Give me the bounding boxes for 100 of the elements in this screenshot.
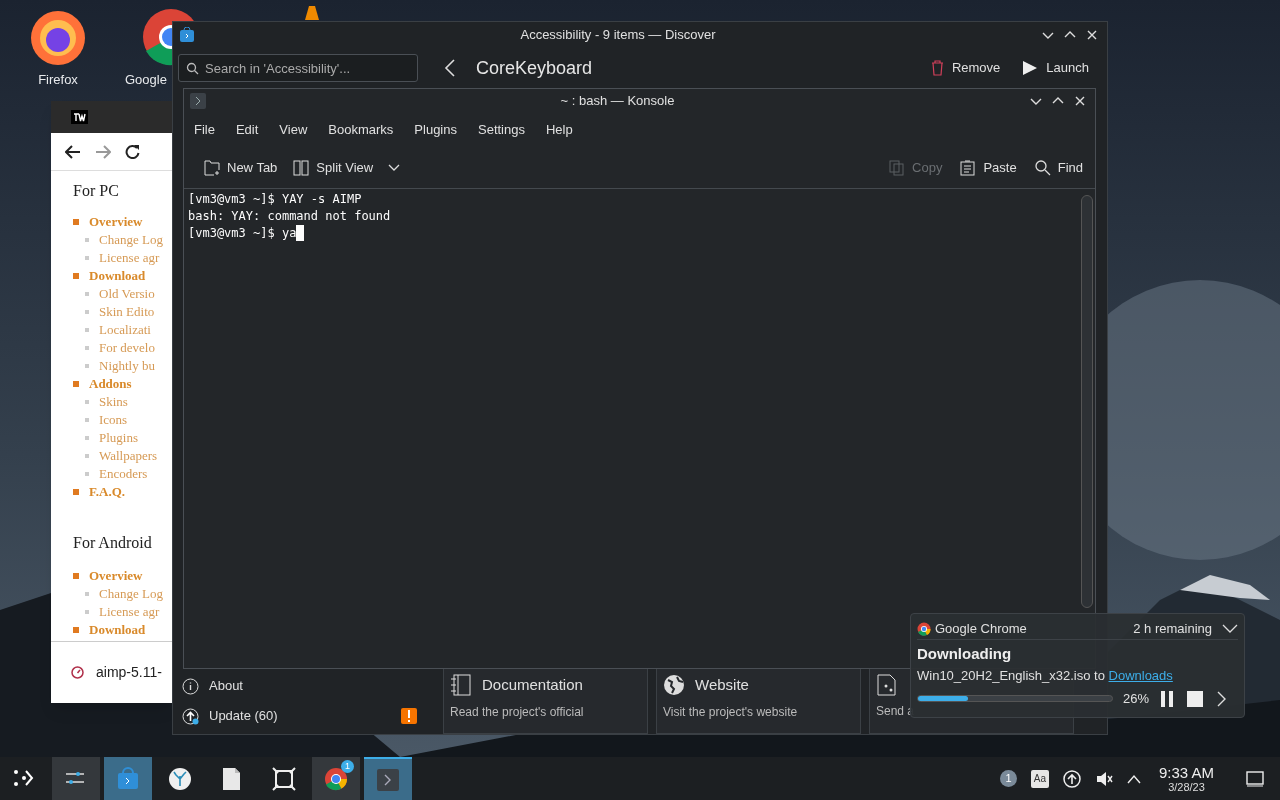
taskbar-button[interactable] bbox=[52, 757, 100, 800]
launch-button[interactable]: Launch bbox=[1018, 54, 1093, 82]
keyboard-layout-indicator[interactable]: Aa bbox=[1030, 769, 1049, 788]
chevron-up-icon[interactable] bbox=[1126, 773, 1141, 784]
pause-icon[interactable] bbox=[1159, 690, 1175, 707]
bullet-icon bbox=[85, 328, 89, 332]
bullet-icon bbox=[73, 489, 79, 495]
menu-item[interactable]: Plugins bbox=[408, 118, 463, 142]
menu-item[interactable]: Edit bbox=[229, 118, 265, 142]
scrollbar[interactable] bbox=[1081, 195, 1093, 608]
bullet-icon bbox=[85, 364, 89, 368]
bullet-icon bbox=[73, 573, 79, 579]
bullet-icon bbox=[85, 400, 89, 404]
newtab-button[interactable]: New Tab bbox=[200, 153, 282, 182]
update-item[interactable]: Update (60) bbox=[182, 705, 417, 727]
menu-item[interactable]: File bbox=[188, 118, 221, 142]
window-title: ~ : bash — Konsole bbox=[560, 92, 675, 111]
app-name: Google Chrome bbox=[935, 619, 1028, 638]
time-remaining: 2 h remaining bbox=[1133, 619, 1212, 638]
text-cursor bbox=[296, 225, 305, 241]
app-name: CoreKeyboard bbox=[476, 56, 594, 80]
gauge-icon bbox=[71, 666, 84, 679]
bullet-icon bbox=[85, 592, 89, 596]
terminal-line: [vm3@vm3 ~]$ ya bbox=[188, 225, 297, 242]
show-desktop-icon[interactable] bbox=[1246, 770, 1264, 787]
chevron-right-icon[interactable] bbox=[1217, 690, 1227, 707]
bullet-icon bbox=[85, 610, 89, 614]
volume-muted-icon[interactable] bbox=[1094, 769, 1113, 788]
logo-icon bbox=[71, 110, 88, 124]
terminal-icon bbox=[376, 767, 400, 792]
split-button[interactable]: Split View bbox=[289, 153, 405, 182]
link-card[interactable]: Documentation Read the project's official bbox=[443, 668, 648, 734]
card-title: Website bbox=[695, 675, 749, 695]
menu-item[interactable]: Bookmarks bbox=[322, 118, 400, 142]
chevron-down-icon[interactable] bbox=[1222, 623, 1238, 634]
close-icon[interactable] bbox=[1085, 28, 1099, 42]
bullet-icon bbox=[85, 436, 89, 440]
bullet-icon bbox=[85, 454, 89, 458]
bullet-icon bbox=[73, 219, 79, 225]
share-icon bbox=[876, 674, 898, 696]
chrome-icon bbox=[917, 621, 931, 636]
percent-label: 26% bbox=[1123, 690, 1151, 708]
trash-icon bbox=[930, 60, 944, 76]
back-icon[interactable] bbox=[65, 144, 81, 159]
coral-icon bbox=[168, 766, 192, 791]
chevron-down-icon bbox=[388, 163, 401, 172]
bullet-icon bbox=[73, 627, 79, 633]
terminal-line: [vm3@vm3 ~]$ YAY -s AIMP bbox=[188, 191, 362, 208]
bullet-icon bbox=[85, 256, 89, 260]
search-icon bbox=[186, 62, 199, 75]
stop-icon[interactable] bbox=[1187, 690, 1203, 707]
search-field[interactable]: Search in 'Accessibility'... bbox=[178, 54, 418, 82]
bullet-icon bbox=[85, 310, 89, 314]
new-tab-icon bbox=[204, 159, 220, 176]
store-icon bbox=[116, 766, 140, 791]
downloads-link[interactable]: Downloads bbox=[1108, 665, 1173, 685]
info-icon bbox=[182, 677, 199, 695]
bullet-icon bbox=[85, 292, 89, 296]
notification-badge: 1 bbox=[341, 760, 354, 773]
reload-icon[interactable] bbox=[125, 144, 140, 159]
card-title: Documentation bbox=[482, 675, 583, 695]
notification-text: Win10_20H2_English_x32.iso to bbox=[917, 666, 1106, 685]
find-button[interactable]: Find bbox=[1030, 153, 1087, 182]
terminal-line: bash: YAY: command not found bbox=[188, 208, 391, 225]
terminal-icon bbox=[190, 93, 206, 109]
notification-badge[interactable]: 1 bbox=[999, 770, 1017, 787]
section-heading: For PC bbox=[73, 181, 120, 201]
close-icon[interactable] bbox=[1073, 94, 1087, 108]
desktop-icon-label[interactable]: Firefox bbox=[38, 70, 78, 90]
link-card[interactable]: Website Visit the project's website bbox=[656, 668, 861, 734]
section-heading: For Android bbox=[73, 533, 153, 553]
bullet-icon bbox=[85, 472, 89, 476]
paste-button[interactable]: Paste bbox=[956, 153, 1021, 182]
update-icon bbox=[182, 707, 199, 725]
copy-icon bbox=[889, 159, 906, 176]
window-title: Accessibility - 9 items — Discover bbox=[520, 26, 716, 45]
search-icon bbox=[1034, 159, 1051, 176]
bullet-icon bbox=[85, 346, 89, 350]
about-item[interactable]: About bbox=[182, 675, 417, 697]
bullet-icon bbox=[85, 238, 89, 242]
desktop-icon-label[interactable]: Google bbox=[125, 70, 167, 90]
store-icon bbox=[179, 27, 195, 43]
card-description: Visit the project's website bbox=[663, 703, 798, 721]
play-icon bbox=[1022, 60, 1039, 76]
split-view-icon bbox=[293, 159, 310, 176]
notification-heading: Downloading bbox=[917, 644, 1013, 664]
notebook-icon bbox=[450, 674, 472, 697]
download-item[interactable]: aimp-5.11- bbox=[96, 662, 162, 683]
menu-item[interactable]: Help bbox=[539, 118, 579, 142]
update-icon[interactable] bbox=[1062, 769, 1081, 788]
remove-button[interactable]: Remove bbox=[926, 54, 1005, 82]
clipboard-icon bbox=[960, 159, 977, 176]
menu-item[interactable]: Settings bbox=[472, 118, 531, 142]
clock[interactable]: 9:33 AM 3/28/23 bbox=[1158, 763, 1214, 794]
frame-icon bbox=[272, 766, 296, 791]
bullet-icon bbox=[73, 273, 79, 279]
globe-icon bbox=[663, 674, 685, 697]
menu-item[interactable]: View bbox=[273, 118, 314, 142]
forward-icon[interactable] bbox=[95, 144, 111, 159]
bullet-icon bbox=[73, 381, 79, 387]
